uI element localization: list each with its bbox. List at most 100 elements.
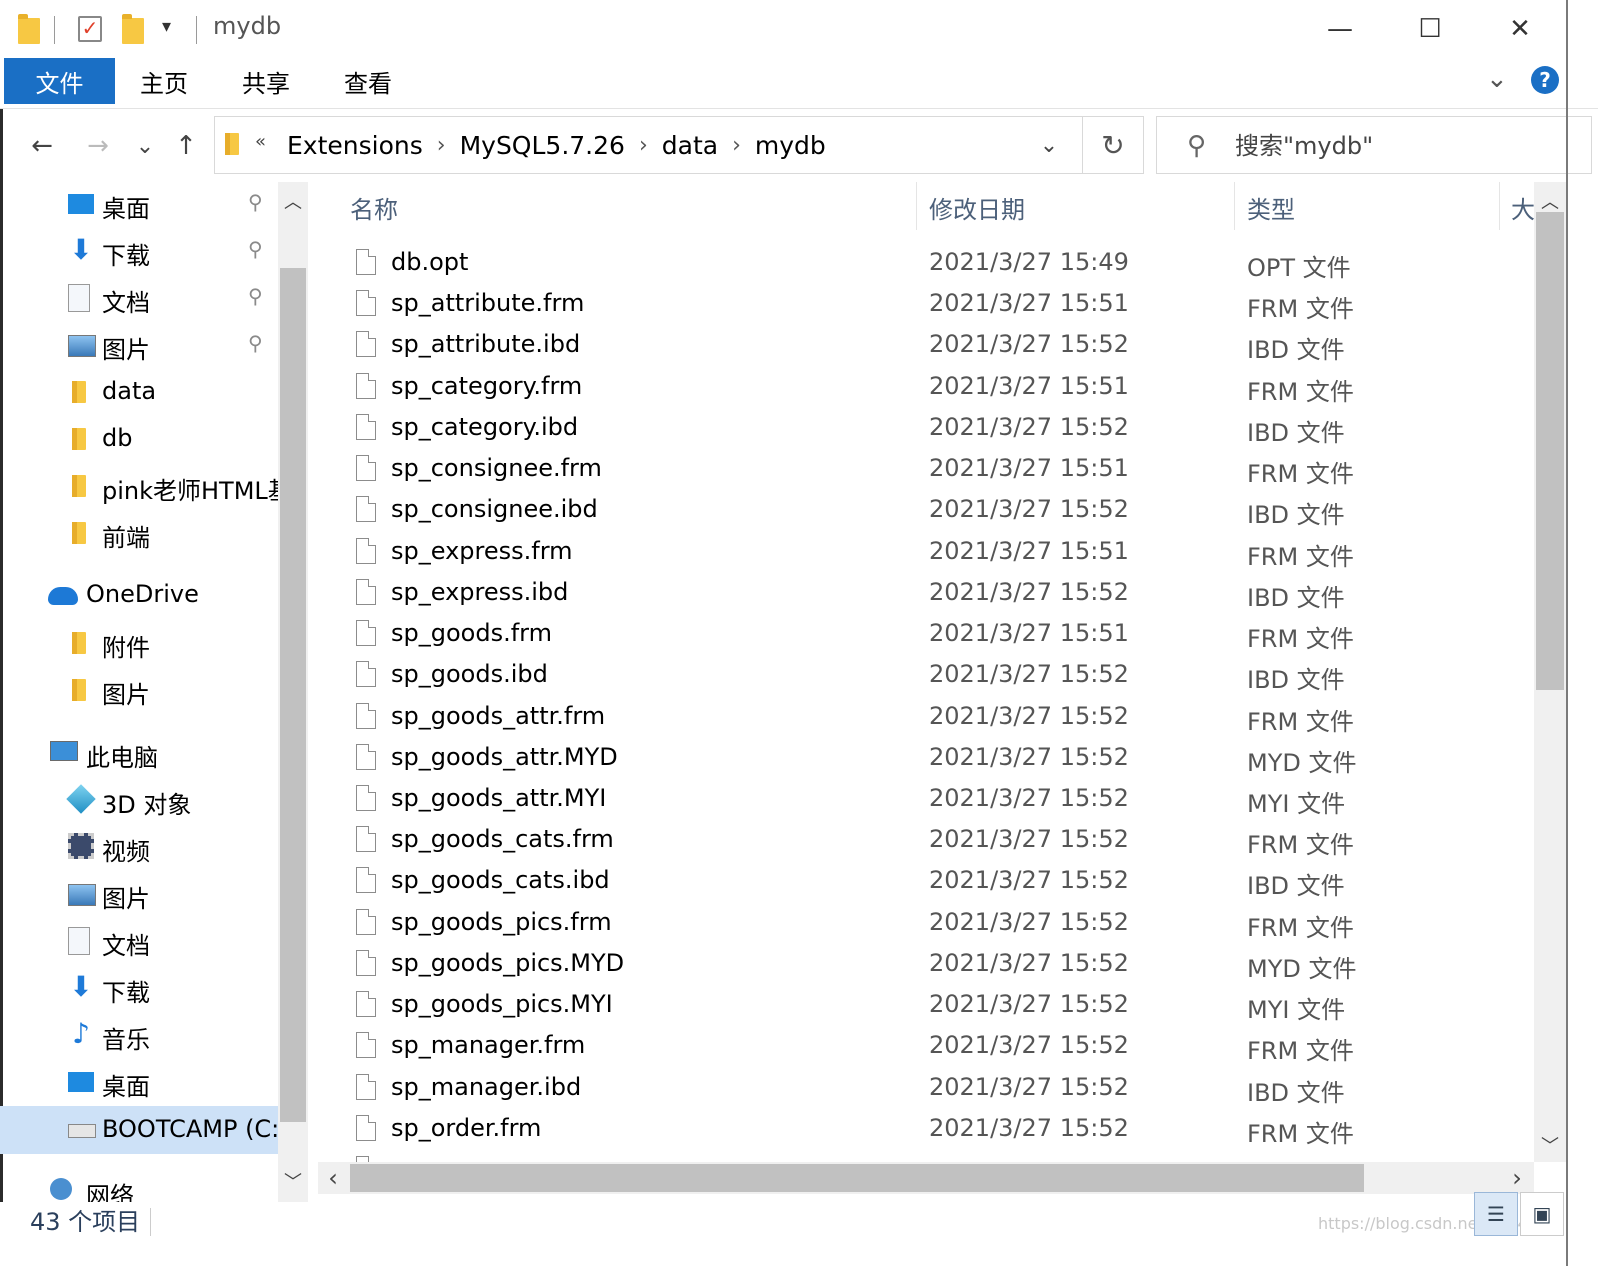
- file-row[interactable]: db.opt 2021/3/27 15:49 OPT 文件: [318, 243, 1534, 284]
- file-row[interactable]: sp_consignee.frm 2021/3/27 15:51 FRM 文件: [318, 449, 1534, 490]
- breadcrumb-item[interactable]: Extensions: [281, 131, 429, 160]
- file-row[interactable]: sp_goods_cats.frm 2021/3/27 15:52 FRM 文件: [318, 820, 1534, 861]
- quick-access-dropdown-icon[interactable]: ▾: [162, 16, 171, 37]
- address-overflow-icon[interactable]: «: [255, 131, 266, 152]
- chevron-right-icon[interactable]: ›: [724, 133, 749, 158]
- pin-icon[interactable]: ⚲: [248, 284, 263, 308]
- nav-item-pc-documents[interactable]: 文档: [0, 919, 278, 963]
- chevron-down-icon[interactable]: ⌄: [1027, 117, 1071, 173]
- file-row[interactable]: sp_attribute.ibd 2021/3/27 15:52 IBD 文件: [318, 325, 1534, 366]
- nav-item-onedrive-pictures[interactable]: 图片: [0, 668, 278, 712]
- file-row[interactable]: sp_order.frm 2021/3/27 15:52 FRM 文件: [318, 1109, 1534, 1150]
- large-icons-view-button[interactable]: ▣: [1520, 1192, 1564, 1236]
- file-row[interactable]: sp_category.ibd 2021/3/27 15:52 IBD 文件: [318, 408, 1534, 449]
- address-bar[interactable]: « Extensions › MySQL5.7.26 › data › mydb…: [214, 116, 1144, 174]
- file-row[interactable]: sp_goods_pics.MYI 2021/3/27 15:52 MYI 文件: [318, 985, 1534, 1026]
- details-view-button[interactable]: ☰: [1474, 1192, 1518, 1236]
- nav-item-pc-desktop[interactable]: 桌面: [0, 1060, 278, 1104]
- nav-item-data[interactable]: data: [0, 370, 278, 414]
- nav-item-frontend[interactable]: 前端: [0, 511, 278, 555]
- recent-locations-button[interactable]: ⌄: [130, 122, 160, 170]
- nav-item-this-pc[interactable]: 此电脑: [0, 731, 278, 775]
- nav-item-pc-pictures[interactable]: 图片: [0, 872, 278, 916]
- column-divider[interactable]: [916, 182, 917, 230]
- pin-icon[interactable]: ⚲: [248, 190, 263, 214]
- file-row[interactable]: sp_goods_cats.ibd 2021/3/27 15:52 IBD 文件: [318, 861, 1534, 902]
- file-row[interactable]: sp_express.ibd 2021/3/27 15:52 IBD 文件: [318, 573, 1534, 614]
- scroll-thumb[interactable]: [280, 268, 306, 1122]
- column-header-size[interactable]: 大: [1511, 190, 1534, 225]
- search-box[interactable]: ⚲: [1156, 116, 1592, 174]
- column-divider[interactable]: [1234, 182, 1235, 230]
- chevron-right-icon[interactable]: ›: [631, 133, 656, 158]
- file-row[interactable]: sp_goods_attr.MYI 2021/3/27 15:52 MYI 文件: [318, 779, 1534, 820]
- refresh-button[interactable]: ↻: [1082, 117, 1143, 173]
- nav-item-downloads[interactable]: ⬇ 下载 ⚲: [0, 229, 278, 273]
- nav-item-db[interactable]: db: [0, 417, 278, 461]
- properties-icon[interactable]: ✓: [78, 16, 102, 42]
- help-icon[interactable]: ?: [1531, 66, 1559, 94]
- breadcrumb-item[interactable]: mydb: [749, 131, 832, 160]
- new-folder-icon[interactable]: [122, 14, 144, 44]
- nav-item-attachments[interactable]: 附件: [0, 621, 278, 665]
- maximize-button[interactable]: ☐: [1400, 8, 1460, 50]
- column-divider[interactable]: [1499, 182, 1500, 230]
- nav-item-network[interactable]: 网络: [0, 1168, 278, 1202]
- scroll-left-icon[interactable]: ‹: [318, 1164, 348, 1192]
- pin-icon[interactable]: ⚲: [248, 331, 263, 355]
- scroll-down-icon[interactable]: ﹀: [278, 1168, 308, 1194]
- pin-icon[interactable]: ⚲: [248, 237, 263, 261]
- tab-share[interactable]: 共享: [226, 58, 306, 104]
- tab-file[interactable]: 文件: [4, 58, 115, 104]
- ribbon-collapse-icon[interactable]: ⌄: [1486, 64, 1508, 94]
- breadcrumb-item[interactable]: MySQL5.7.26: [454, 131, 631, 160]
- title-bar: ✓ ▾ mydb — ☐ ✕: [0, 0, 1598, 58]
- nav-item-desktop[interactable]: 桌面 ⚲: [0, 182, 278, 226]
- nav-item-bootcamp[interactable]: BOOTCAMP (C:: [0, 1106, 278, 1154]
- minimize-button[interactable]: —: [1310, 8, 1370, 50]
- file-row[interactable]: sp_goods_attr.frm 2021/3/27 15:52 FRM 文件: [318, 697, 1534, 738]
- file-row[interactable]: sp_goods_pics.MYD 2021/3/27 15:52 MYD 文件: [318, 944, 1534, 985]
- nav-item-pc-downloads[interactable]: ⬇ 下载: [0, 966, 278, 1010]
- nav-item-videos[interactable]: 视频: [0, 825, 278, 869]
- search-input[interactable]: [1233, 125, 1577, 167]
- file-row[interactable]: sp_express.frm 2021/3/27 15:51 FRM 文件: [318, 532, 1534, 573]
- back-button[interactable]: ←: [22, 122, 62, 170]
- tab-home[interactable]: 主页: [124, 58, 204, 104]
- file-row[interactable]: sp_manager.frm 2021/3/27 15:52 FRM 文件: [318, 1026, 1534, 1067]
- column-header-type[interactable]: 类型: [1247, 190, 1295, 225]
- file-row[interactable]: sp_category.frm 2021/3/27 15:51 FRM 文件: [318, 367, 1534, 408]
- up-button[interactable]: ↑: [166, 122, 206, 170]
- chevron-right-icon[interactable]: ›: [429, 133, 454, 158]
- file-row[interactable]: sp_manager.ibd 2021/3/27 15:52 IBD 文件: [318, 1068, 1534, 1109]
- nav-item-music[interactable]: ♪ 音乐: [0, 1013, 278, 1057]
- tab-view[interactable]: 查看: [328, 58, 408, 104]
- close-button[interactable]: ✕: [1490, 8, 1550, 50]
- file-list-horizontal-scrollbar[interactable]: ‹ ›: [318, 1162, 1534, 1194]
- forward-button[interactable]: →: [78, 122, 118, 170]
- nav-item-3d-objects[interactable]: 3D 对象: [0, 778, 278, 822]
- scroll-down-icon[interactable]: ﹀: [1535, 1132, 1565, 1158]
- sort-ascending-icon[interactable]: ^: [620, 182, 635, 193]
- file-row-partial[interactable]: [318, 1150, 1534, 1162]
- scroll-thumb[interactable]: [350, 1164, 1364, 1192]
- nav-item-pink-html[interactable]: pink老师HTML基: [0, 464, 278, 508]
- nav-item-onedrive[interactable]: OneDrive: [0, 573, 278, 617]
- nav-item-documents[interactable]: 文档 ⚲: [0, 276, 278, 320]
- scroll-up-icon[interactable]: ︿: [278, 188, 308, 214]
- navigation-scrollbar[interactable]: ︿ ﹀: [278, 182, 308, 1202]
- file-row[interactable]: sp_goods_pics.frm 2021/3/27 15:52 FRM 文件: [318, 903, 1534, 944]
- scroll-thumb[interactable]: [1536, 212, 1564, 690]
- file-row[interactable]: sp_consignee.ibd 2021/3/27 15:52 IBD 文件: [318, 490, 1534, 531]
- column-header-date[interactable]: 修改日期: [929, 190, 1025, 225]
- breadcrumb-item[interactable]: data: [656, 131, 724, 160]
- file-row[interactable]: sp_goods.ibd 2021/3/27 15:52 IBD 文件: [318, 655, 1534, 696]
- file-row[interactable]: sp_goods_attr.MYD 2021/3/27 15:52 MYD 文件: [318, 738, 1534, 779]
- column-header-name[interactable]: 名称: [350, 190, 398, 225]
- scroll-right-icon[interactable]: ›: [1502, 1164, 1532, 1192]
- file-list-vertical-scrollbar[interactable]: ︿ ﹀: [1534, 182, 1566, 1162]
- file-row[interactable]: sp_attribute.frm 2021/3/27 15:51 FRM 文件: [318, 284, 1534, 325]
- file-row[interactable]: sp_goods.frm 2021/3/27 15:51 FRM 文件: [318, 614, 1534, 655]
- nav-item-pictures[interactable]: 图片 ⚲: [0, 323, 278, 367]
- scroll-up-icon[interactable]: ︿: [1535, 188, 1565, 214]
